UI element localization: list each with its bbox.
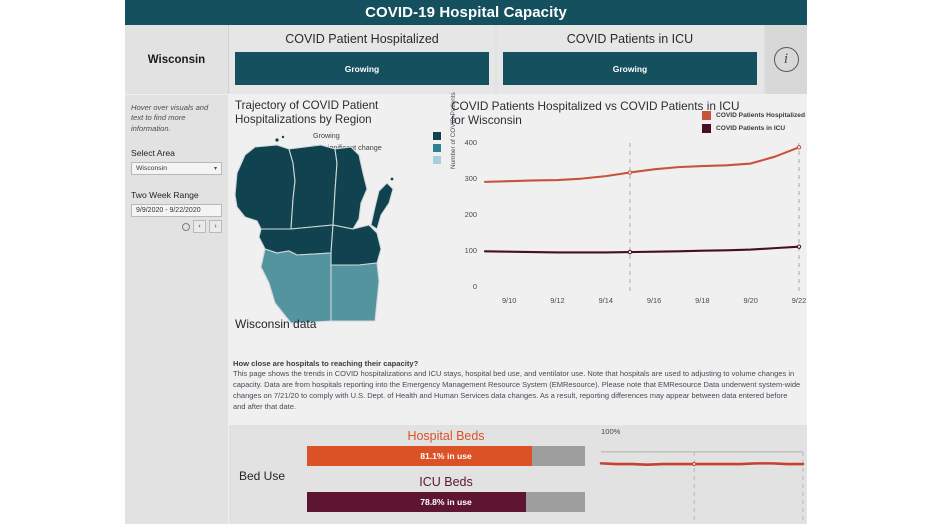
map-island-speck (275, 138, 279, 142)
map-region-northeast[interactable] (332, 146, 368, 230)
bed-use-section: Bed Use Hospital Beds 81.1% in use ICU B… (229, 425, 807, 524)
map-region-southwest[interactable] (260, 248, 332, 324)
map-region-north-central[interactable] (288, 144, 338, 230)
info-icon[interactable]: i (773, 47, 799, 72)
select-area-label: Select Area (131, 148, 175, 159)
info-button[interactable]: i (765, 25, 807, 94)
chart-legend-swatch-icu (701, 124, 711, 133)
date-range-nav: ‹ › (131, 220, 222, 234)
select-area-dropdown[interactable]: Wisconsin ▾ (131, 162, 222, 176)
chart-legend: COVID Patients Hospitalized COVID Patien… (701, 111, 805, 137)
hospital-beds-bar[interactable]: 81.1% in use (307, 446, 585, 466)
chart-lines-svg[interactable] (451, 135, 803, 317)
kpi-strip: Wisconsin COVID Patient Hospitalized Gro… (125, 25, 807, 94)
line-chart-panel: COVID Patients Hospitalized vs COVID Pat… (447, 92, 807, 357)
range-reset-dot-icon[interactable] (182, 222, 190, 231)
control-rail: Hover over visuals and text to find more… (125, 95, 228, 524)
icu-beds-heading: ICU Beds (419, 475, 473, 489)
kpi-area-label: Wisconsin (125, 25, 229, 94)
bed-use-label: Bed Use (239, 469, 286, 483)
chart-legend-label-hospitalized: COVID Patients Hospitalized (715, 112, 805, 119)
map-region-southeast[interactable] (330, 262, 380, 322)
chart-y-tick: 400 (464, 138, 477, 147)
chart-x-tick: 9/16 (646, 296, 662, 305)
icu-beds-bar[interactable]: 78.8% in use (307, 492, 585, 512)
status-badge-hospitalized[interactable]: Growing (235, 52, 489, 85)
two-week-range-label: Two Week Range (131, 190, 199, 201)
map-title: Trajectory of COVID Patient Hospitalizat… (235, 99, 379, 127)
chart-legend-swatch-hospitalized (701, 111, 711, 120)
chart-x-tick: 9/18 (695, 296, 710, 305)
chart-x-tick: 9/10 (501, 296, 517, 305)
chart-y-tick: 0 (472, 282, 477, 291)
chevron-down-icon[interactable]: ▾ (214, 165, 217, 172)
hospital-beds-heading: Hospital Beds (407, 429, 485, 443)
bed-use-sparkline-panel[interactable]: 100% (597, 425, 807, 524)
wisconsin-map[interactable] (231, 133, 445, 333)
chart-x-tick: 9/12 (550, 296, 565, 305)
chart-y-tick: 200 (464, 210, 477, 219)
date-range-value: 9/9/2020 - 9/22/2020 (136, 207, 201, 215)
chart-y-tick: 300 (464, 174, 477, 183)
select-area-value: Wisconsin (136, 165, 167, 173)
chart-legend-label-icu: COVID Patients in ICU (715, 125, 786, 132)
icu-beds-bar-value: 78.8% in use (420, 497, 472, 507)
chart-y-tick: 100 (464, 246, 477, 255)
dashboard: COVID-19 Hospital Capacity Wisconsin COV… (125, 0, 807, 524)
chart-plot-area[interactable]: Number of COVID Patients 0 100 200 300 400 9… (450, 92, 806, 317)
chart-x-tick: 9/22 (791, 296, 807, 305)
kpi-card-hospitalized[interactable]: COVID Patient Hospitalized Growing (229, 25, 495, 94)
map-region-northwest[interactable] (234, 144, 296, 230)
chart-y-axis-label: Number of COVID Patients (450, 92, 457, 169)
description-body: This page shows the trends in COVID hosp… (233, 369, 801, 411)
map-region-door-peninsula[interactable] (370, 182, 394, 230)
kpi-title-icu: COVID Patients in ICU (566, 31, 694, 46)
chart-x-tick: 9/14 (598, 296, 613, 305)
hospital-beds-bar-value: 81.1% in use (420, 451, 472, 461)
hover-hint-text: Hover over visuals and text to find more… (131, 103, 209, 133)
page-title: COVID-19 Hospital Capacity (125, 0, 807, 25)
map-caption: Wisconsin data (235, 317, 317, 331)
kpi-title-hospitalized: COVID Patient Hospitalized (285, 31, 439, 46)
sparkline-svg[interactable] (597, 425, 807, 524)
sparkline-reference-label: 100% (601, 427, 621, 436)
map-island-speck (390, 177, 394, 181)
chart-x-tick: 9/20 (743, 296, 758, 305)
wisconsin-map-svg[interactable] (231, 133, 445, 333)
map-island-speck (281, 135, 285, 139)
content-area: Trajectory of COVID Patient Hospitalizat… (229, 92, 807, 524)
status-badge-icu[interactable]: Growing (503, 52, 757, 85)
chart-legend-item-icu[interactable]: COVID Patients in ICU (701, 124, 805, 133)
date-range-field[interactable]: 9/9/2020 - 9/22/2020 (131, 204, 222, 218)
kpi-card-icu[interactable]: COVID Patients in ICU Growing (497, 25, 763, 94)
map-region-fox-valley[interactable] (330, 224, 382, 266)
chart-legend-item-hospitalized[interactable]: COVID Patients Hospitalized (701, 111, 805, 120)
range-prev-button[interactable]: ‹ (193, 220, 206, 234)
range-next-button[interactable]: › (209, 220, 222, 234)
screenshot-root: COVID-19 Hospital Capacity Wisconsin COV… (0, 0, 932, 524)
description-block: How close are hospitals to reaching thei… (229, 357, 807, 425)
description-heading: How close are hospitals to reaching thei… (233, 359, 419, 368)
map-panel: Trajectory of COVID Patient Hospitalizat… (229, 95, 445, 357)
bed-use-bars: Hospital Beds 81.1% in use ICU Beds 78.8… (307, 429, 585, 521)
